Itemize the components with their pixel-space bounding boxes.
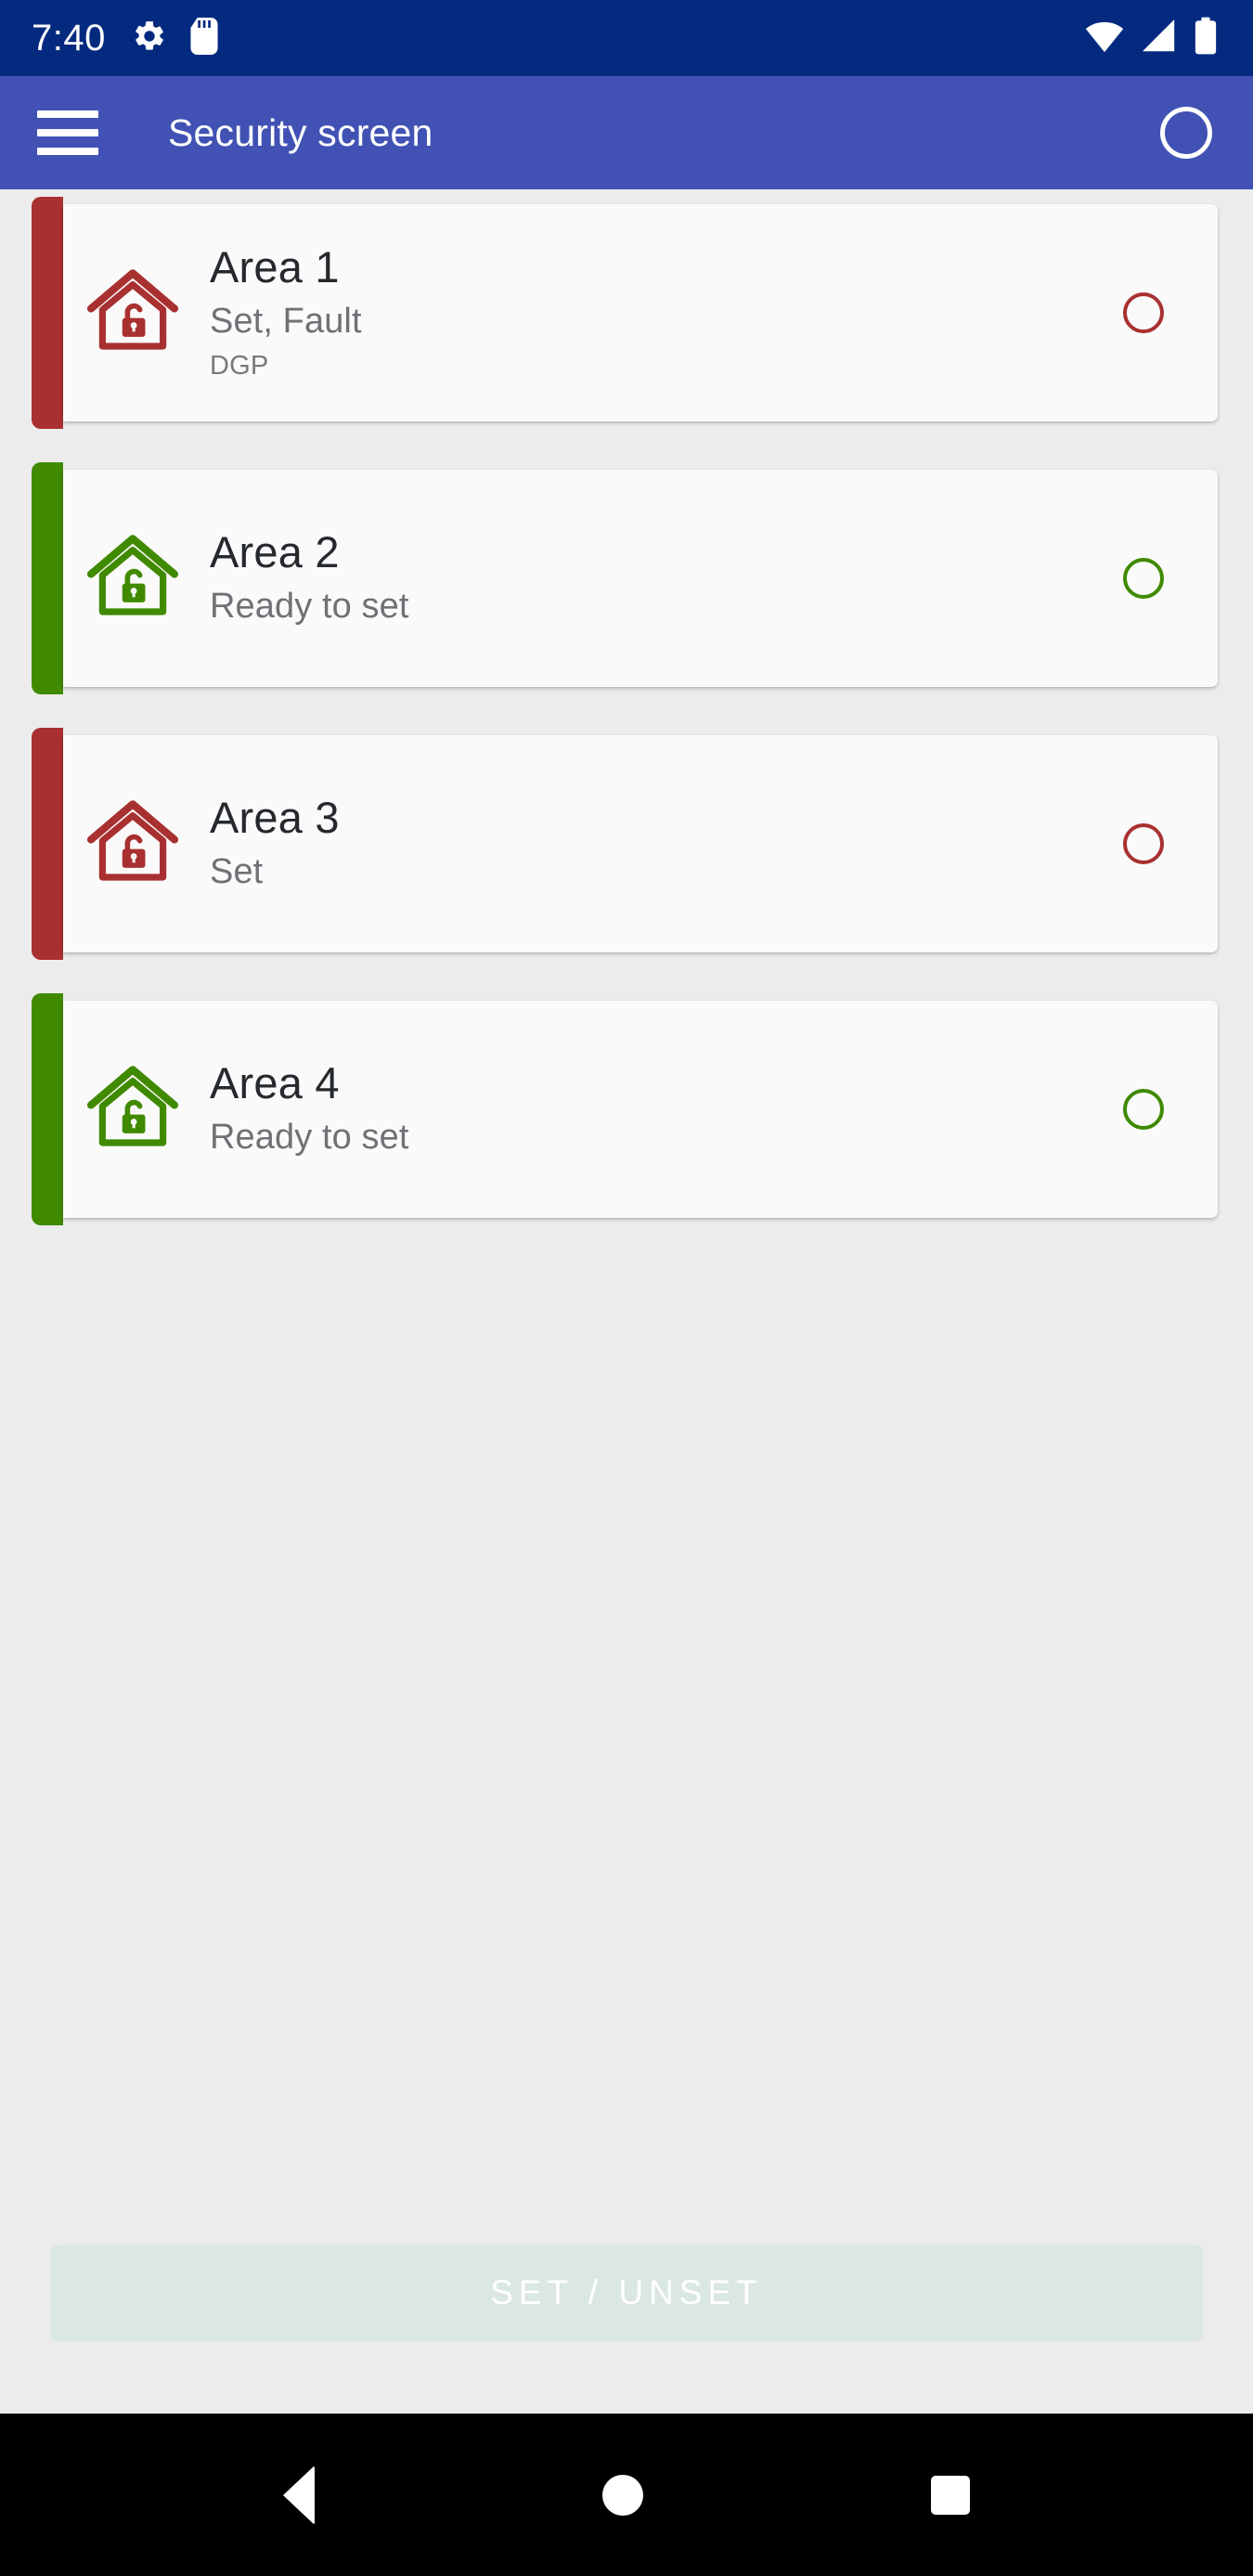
wifi-icon xyxy=(1084,19,1125,58)
hamburger-bar xyxy=(37,148,98,155)
bottom-action-bar: SET / UNSET xyxy=(0,2245,1253,2341)
area-select-circle-icon[interactable] xyxy=(1123,1089,1164,1130)
area-list: Area 1 Set, Fault DGP Area 2 Ready to se… xyxy=(0,189,1253,2304)
hamburger-bar xyxy=(37,129,98,136)
area-status: Ready to set xyxy=(210,1118,409,1158)
area-select-circle-icon[interactable] xyxy=(1123,292,1164,333)
status-bar-system-icons xyxy=(1084,17,1229,60)
area-extra-info: DGP xyxy=(210,351,269,382)
area-card-text: Area 4 Ready to set xyxy=(202,1059,1123,1159)
area-state-stripe xyxy=(32,197,63,429)
area-card-body[interactable]: Area 1 Set, Fault DGP xyxy=(63,204,1218,421)
house-unlocked-icon xyxy=(63,528,202,628)
house-unlocked-icon xyxy=(63,794,202,894)
area-state-stripe xyxy=(32,728,63,960)
house-unlocked-icon xyxy=(63,263,202,363)
set-unset-button[interactable]: SET / UNSET xyxy=(50,2245,1203,2341)
back-triangle-icon[interactable] xyxy=(283,2465,315,2525)
area-card-3[interactable]: Area 3 Set xyxy=(32,728,1218,960)
area-state-stripe xyxy=(32,462,63,694)
area-status: Set xyxy=(210,852,264,892)
android-navigation-bar xyxy=(0,2414,1253,2576)
area-card-1[interactable]: Area 1 Set, Fault DGP xyxy=(32,197,1218,429)
area-card-text: Area 2 Ready to set xyxy=(202,528,1123,628)
house-unlocked-icon xyxy=(63,1059,202,1159)
cellular-signal-icon xyxy=(1140,19,1179,58)
battery-icon xyxy=(1194,17,1218,60)
area-card-text: Area 3 Set xyxy=(202,794,1123,893)
sd-card-icon xyxy=(189,17,219,59)
app-bar: Security screen xyxy=(0,76,1253,189)
area-state-stripe xyxy=(32,993,63,1225)
area-status: Set, Fault xyxy=(210,301,362,341)
area-select-circle-icon[interactable] xyxy=(1123,558,1164,599)
page-title: Security screen xyxy=(168,110,433,154)
area-title: Area 2 xyxy=(210,527,340,577)
area-card-body[interactable]: Area 3 Set xyxy=(63,735,1218,952)
select-all-circle-icon[interactable] xyxy=(1160,107,1212,159)
status-bar: 7:40 xyxy=(0,0,1253,76)
area-card-4[interactable]: Area 4 Ready to set xyxy=(32,993,1218,1225)
hamburger-menu-icon[interactable] xyxy=(37,110,98,155)
area-title: Area 4 xyxy=(210,1058,340,1108)
recents-square-icon[interactable] xyxy=(931,2475,970,2515)
area-select-circle-icon[interactable] xyxy=(1123,823,1164,864)
area-card-text: Area 1 Set, Fault DGP xyxy=(202,241,1123,382)
area-card-2[interactable]: Area 2 Ready to set xyxy=(32,462,1218,694)
area-title: Area 1 xyxy=(210,241,340,291)
area-card-body[interactable]: Area 4 Ready to set xyxy=(63,1001,1218,1218)
status-bar-clock: 7:40 xyxy=(32,18,106,58)
area-card-body[interactable]: Area 2 Ready to set xyxy=(63,470,1218,687)
hamburger-bar xyxy=(37,110,98,118)
status-bar-notification-icons xyxy=(132,17,219,59)
gear-icon xyxy=(132,19,167,58)
area-status: Ready to set xyxy=(210,587,409,627)
area-title: Area 3 xyxy=(210,793,340,843)
home-circle-icon[interactable] xyxy=(602,2474,643,2516)
